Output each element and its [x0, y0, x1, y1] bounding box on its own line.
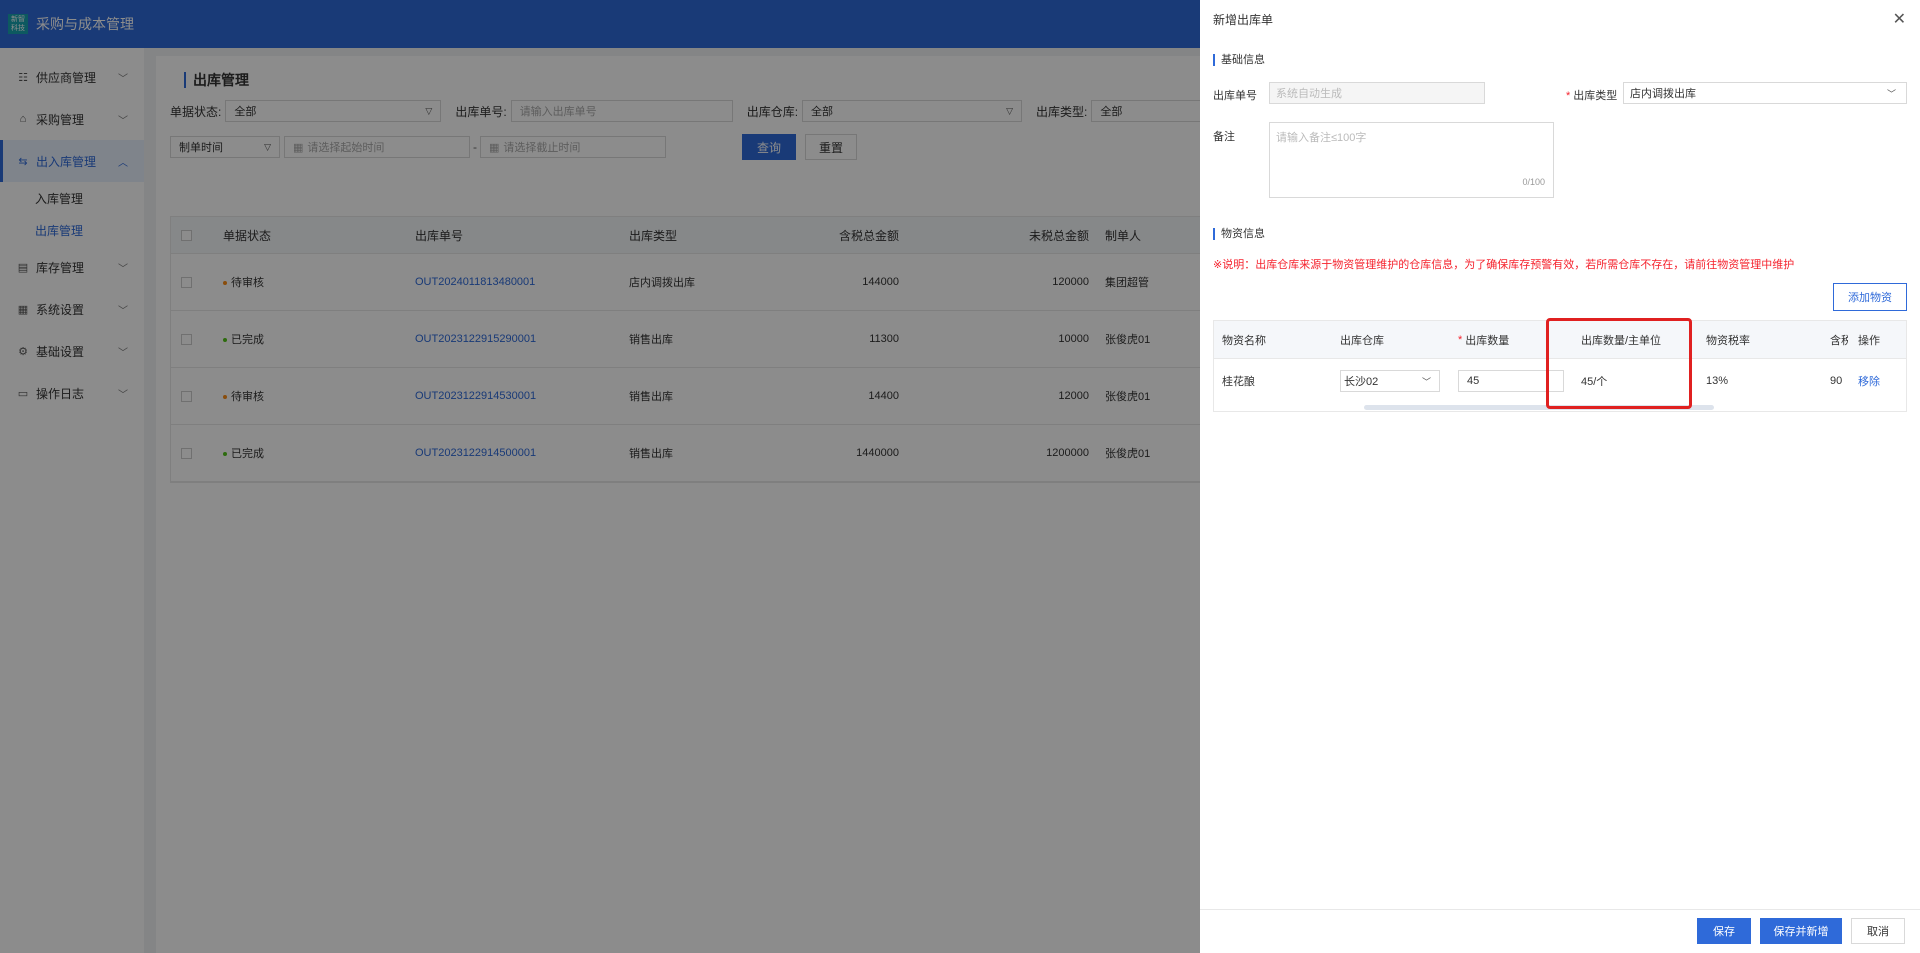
warehouse-select-value: 长沙02 — [1344, 376, 1379, 388]
col-tax-rate: 物资税率 — [1706, 334, 1750, 347]
type-select-value: 店内调拨出库 — [1630, 88, 1696, 100]
warehouse-select-cell: 长沙02 ﹀ — [1340, 359, 1440, 403]
required-mark: * — [1458, 333, 1463, 346]
material-name: 桂花酿 — [1222, 376, 1255, 388]
required-mark: * — [1566, 90, 1571, 102]
save-button[interactable]: 保存 — [1697, 918, 1751, 944]
tax-incl-value: 90 — [1830, 375, 1843, 387]
col-warehouse: 出库仓库 — [1340, 334, 1384, 347]
save-and-new-button[interactable]: 保存并新增 — [1760, 918, 1842, 944]
col-action: 操作 — [1848, 321, 1906, 358]
type-select[interactable]: 店内调拨出库 ﹀ — [1623, 82, 1907, 104]
warehouse-select[interactable]: 长沙02 ﹀ — [1340, 370, 1440, 392]
remark-char-count: 0/100 — [1522, 177, 1545, 187]
order-no-label: 出库单号 — [1213, 90, 1257, 102]
new-outbound-drawer: 新增出库单 ✕ 基础信息 出库单号 系统自动生成 * 出库类型 店内调拨出库 ﹀ … — [1200, 0, 1920, 953]
basic-info-title: 基础信息 — [1213, 54, 1265, 66]
cancel-button[interactable]: 取消 — [1851, 918, 1905, 944]
type-label-text: 出库类型 — [1573, 90, 1618, 102]
remove-link[interactable]: 移除 — [1848, 359, 1906, 403]
col-qty: * 出库数量 — [1458, 321, 1509, 358]
tax-rate-value: 13% — [1706, 375, 1729, 387]
material-info-title: 物资信息 — [1213, 228, 1265, 240]
order-no-input[interactable]: 系统自动生成 — [1269, 82, 1485, 104]
close-icon[interactable]: ✕ — [1893, 9, 1906, 29]
chevron-down-icon: ﹀ — [1421, 376, 1431, 387]
remark-label: 备注 — [1213, 131, 1235, 143]
chevron-down-icon: ﹀ — [1886, 88, 1896, 99]
add-material-button[interactable]: 添加物资 — [1833, 283, 1907, 311]
col-qty-text: 出库数量 — [1465, 334, 1510, 347]
drawer-footer: 保存 保存并新增 取消 — [1200, 909, 1920, 953]
highlight-box — [1546, 318, 1692, 409]
type-label: * 出库类型 — [1566, 87, 1617, 103]
col-material-name: 物资名称 — [1222, 334, 1266, 347]
drawer-header: 新增出库单 ✕ — [1200, 0, 1920, 38]
remark-placeholder: 请输入备注≤100字 — [1276, 132, 1367, 144]
remark-textarea[interactable]: 请输入备注≤100字 0/100 — [1269, 122, 1554, 198]
material-note: ※说明：出库仓库来源于物资管理维护的仓库信息，为了确保库存预警有效，若所需仓库不… — [1213, 259, 1795, 271]
drawer-title: 新增出库单 — [1213, 12, 1274, 27]
